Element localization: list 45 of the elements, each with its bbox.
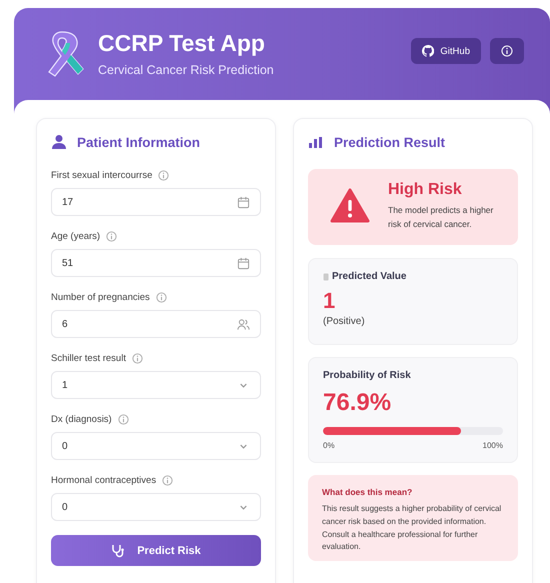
input-field[interactable]: 51 (51, 249, 261, 277)
app-title: CCRP Test App (98, 30, 266, 57)
github-icon (422, 45, 434, 57)
calendar-icon (237, 256, 250, 270)
field-label: Dx (diagnosis) (51, 414, 112, 424)
field-label: Hormonal contraceptives (51, 474, 156, 486)
scale-min: 0% (323, 441, 335, 450)
panel-label: Predicted Value (332, 271, 406, 282)
probability-value: 76.9% (323, 389, 392, 417)
person-icon (51, 134, 67, 150)
field-label: Schiller test result (51, 352, 126, 364)
card-title: Patient Information (77, 134, 200, 150)
chart-icon (308, 134, 324, 150)
panel-label: Probability of Risk (323, 370, 412, 381)
info-icon (501, 45, 513, 57)
app-subtitle: Cervical Cancer Risk Prediction (98, 63, 275, 77)
people-icon (237, 318, 250, 330)
info-button[interactable] (490, 38, 524, 64)
field-label: First sexual intercourrse (51, 170, 152, 180)
scale-max: 100% (482, 441, 503, 450)
calendar-icon (237, 196, 250, 208)
warning-icon (330, 188, 370, 224)
predicted-note: (Positive) (323, 316, 366, 327)
info-icon (156, 292, 167, 302)
explanation-text: This result suggests a higher probability of cervical cancer risk based on the provided information. Consult a healthcare professional for further evaluation. (322, 503, 502, 554)
input-field[interactable]: 17 (51, 188, 261, 216)
risk-title: High Risk (388, 181, 463, 200)
input-field[interactable]: 6 (51, 310, 261, 338)
info-icon (158, 170, 170, 180)
github-button[interactable]: GitHub (411, 38, 481, 64)
info-icon (106, 230, 118, 242)
predict-button[interactable]: Predict Risk (51, 535, 261, 566)
info-icon (162, 474, 174, 486)
predicted-value: 1 (323, 288, 336, 314)
risk-description: The model predicts a higher risk of cervical cancer. (388, 204, 494, 230)
explanation-title: What does this mean? (322, 487, 414, 497)
select-field[interactable]: 1 (51, 371, 261, 399)
field-label: Number of pregnancies (51, 292, 150, 302)
info-icon (132, 352, 143, 364)
info-icon (118, 414, 129, 424)
select-field[interactable]: 0 (51, 432, 261, 460)
stethoscope-icon (111, 544, 126, 558)
select-field[interactable]: 0 (51, 493, 261, 521)
card-title: Prediction Result (334, 134, 446, 150)
field-label: Age (years) (51, 230, 100, 242)
